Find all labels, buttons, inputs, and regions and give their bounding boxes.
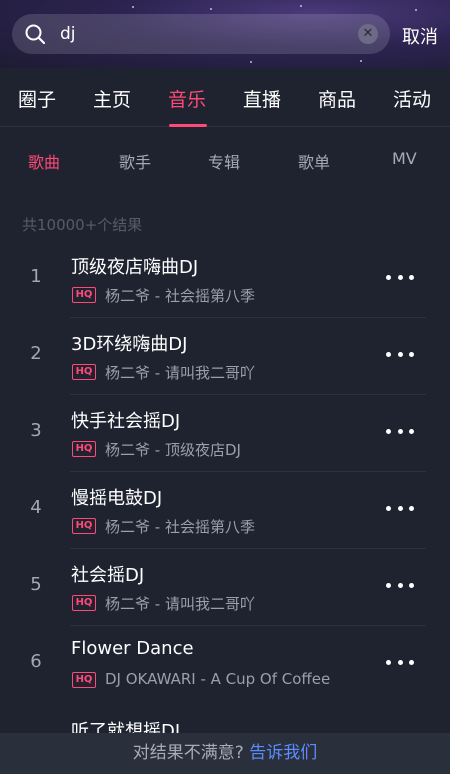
song-row[interactable]: 5 社会摇DJ HQ 杨二爷 - 请叫我二哥吖	[0, 549, 450, 626]
song-row[interactable]: 4 慢摇电鼓DJ HQ 杨二爷 - 社会摇第八季	[0, 472, 450, 549]
star-decoration	[250, 61, 252, 63]
song-list: 1 顶级夜店嗨曲DJ HQ 杨二爷 - 社会摇第八季 2 3D环绕嗨曲DJ HQ…	[0, 241, 450, 703]
star-decoration	[415, 9, 417, 11]
hq-badge: HQ	[72, 518, 96, 534]
hq-badge: HQ	[72, 595, 96, 611]
tab-products[interactable]: 商品	[318, 85, 356, 112]
more-options-icon[interactable]	[386, 422, 414, 440]
song-row[interactable]: 1 顶级夜店嗨曲DJ HQ 杨二爷 - 社会摇第八季	[0, 241, 450, 318]
song-artist-album: DJ OKAWARI - A Cup Of Coffee	[105, 670, 331, 688]
subtab-playlists[interactable]: 歌单	[298, 149, 330, 173]
hq-badge: HQ	[72, 364, 96, 380]
clear-search-icon[interactable]: ✕	[358, 24, 378, 44]
song-artist-album: 杨二爷 - 请叫我二哥吖	[105, 364, 255, 382]
song-title: 3D环绕嗨曲DJ	[71, 334, 188, 355]
hq-badge: HQ	[72, 441, 96, 457]
song-index: 4	[30, 497, 42, 518]
song-row[interactable]: 6 Flower Dance HQ DJ OKAWARI - A Cup Of …	[0, 626, 450, 703]
tab-home[interactable]: 主页	[93, 85, 131, 112]
tab-live[interactable]: 直播	[243, 85, 281, 112]
song-artist-album: 杨二爷 - 社会摇第八季	[105, 287, 255, 305]
hq-badge: HQ	[72, 672, 96, 688]
more-options-icon[interactable]	[386, 653, 414, 671]
song-title: 快手社会摇DJ	[71, 411, 181, 432]
song-title: Flower Dance	[71, 638, 194, 659]
more-options-icon[interactable]	[386, 576, 414, 594]
tab-events[interactable]: 活动	[393, 85, 431, 112]
song-index: 1	[30, 266, 42, 287]
subtab-albums[interactable]: 专辑	[208, 149, 240, 173]
more-options-icon[interactable]	[386, 268, 414, 286]
song-index: 2	[30, 343, 42, 364]
song-row[interactable]: 3 快手社会摇DJ HQ 杨二爷 - 顶级夜店DJ	[0, 395, 450, 472]
feedback-bar: 对结果不满意? 告诉我们	[0, 733, 450, 774]
song-index: 3	[30, 420, 42, 441]
more-options-icon[interactable]	[386, 499, 414, 517]
song-index: 6	[30, 651, 42, 672]
subtab-songs[interactable]: 歌曲	[28, 149, 60, 173]
star-decoration	[360, 60, 362, 62]
star-decoration	[132, 6, 134, 8]
star-decoration	[210, 8, 212, 10]
song-artist-album: 杨二爷 - 顶级夜店DJ	[105, 441, 241, 459]
song-title: 社会摇DJ	[71, 565, 145, 586]
song-artist-album: 杨二爷 - 请叫我二哥吖	[105, 595, 255, 613]
search-header: ✕ 取消	[0, 0, 450, 68]
tab-circle[interactable]: 圈子	[18, 85, 56, 112]
subtab-mv[interactable]: MV	[392, 149, 417, 168]
category-tabs: 圈子 主页 音乐 直播 商品 活动	[0, 68, 450, 127]
song-title: 慢摇电鼓DJ	[71, 488, 163, 509]
search-input[interactable]	[60, 22, 350, 46]
feedback-text: 对结果不满意?	[132, 743, 244, 763]
more-options-icon[interactable]	[386, 345, 414, 363]
search-box[interactable]: ✕	[12, 14, 390, 54]
search-icon	[25, 24, 46, 45]
result-count: 共10000+个结果	[22, 216, 143, 234]
tab-music[interactable]: 音乐	[168, 85, 206, 112]
hq-badge: HQ	[72, 287, 96, 303]
subtab-artists[interactable]: 歌手	[119, 149, 151, 173]
music-subtabs: 歌曲 歌手 专辑 歌单 MV	[0, 127, 450, 191]
song-index: 5	[30, 574, 42, 595]
song-row[interactable]: 2 3D环绕嗨曲DJ HQ 杨二爷 - 请叫我二哥吖	[0, 318, 450, 395]
song-artist-album: 杨二爷 - 社会摇第八季	[105, 518, 255, 536]
feedback-link[interactable]: 告诉我们	[249, 743, 317, 763]
song-title: 顶级夜店嗨曲DJ	[71, 257, 199, 278]
cancel-button[interactable]: 取消	[402, 23, 438, 49]
star-decoration	[300, 5, 302, 7]
